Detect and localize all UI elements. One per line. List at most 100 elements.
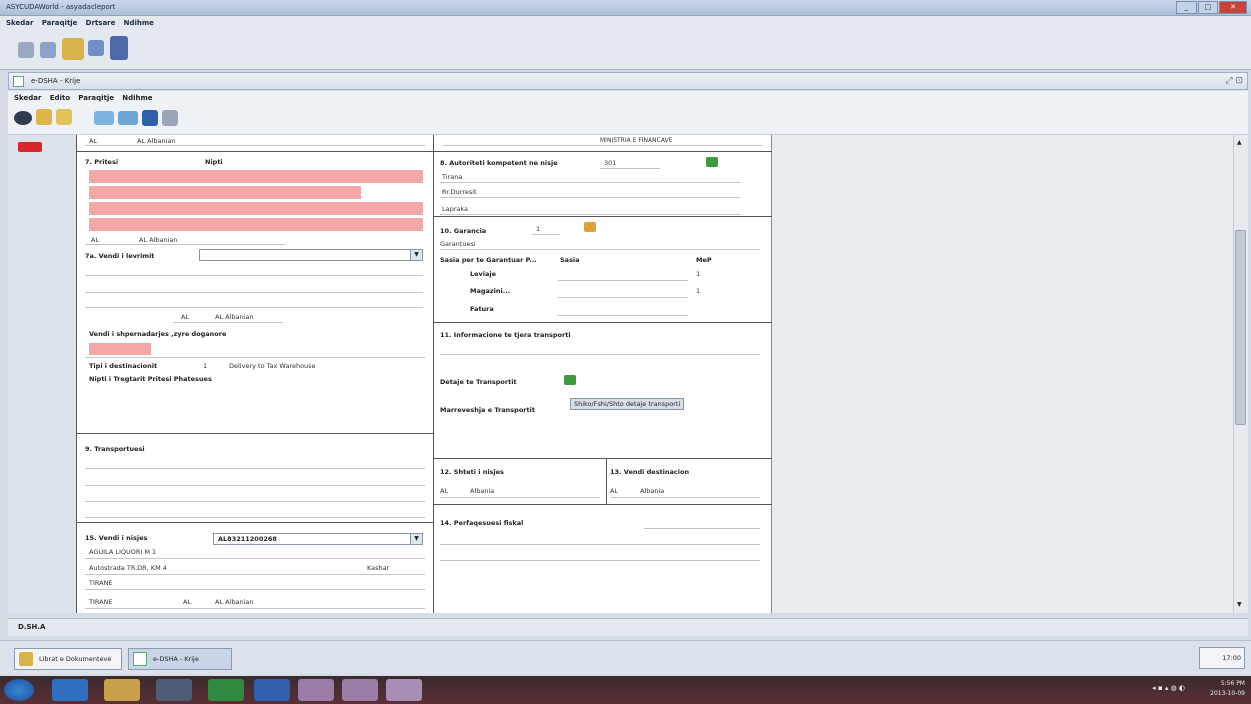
box7-postcode-field[interactable]	[89, 218, 423, 231]
box15-city: TIRANE	[89, 579, 113, 587]
browser-icon[interactable]	[52, 679, 88, 701]
app-title-bar: ASYCUDAWorld - asyadacleport _ □ ✕	[0, 0, 1251, 16]
dest-type-label: Tipi i destinacionit	[89, 362, 158, 370]
inner-toolbar	[8, 105, 1248, 135]
transport-details-button[interactable]: Shiko/Fshi/Shto detaje transporti	[570, 398, 685, 410]
session-timer[interactable]: 17:00	[1199, 647, 1245, 669]
inner-menu-skedar[interactable]: Skedar	[14, 94, 41, 102]
box7-city-field[interactable]	[89, 202, 423, 215]
scrollbar-thumb[interactable]	[1235, 230, 1246, 425]
box15-country-name: AL Albanian	[215, 598, 254, 606]
location-label: Vendi i shpernadarjes ,zyre doganore	[89, 330, 227, 338]
box15-address: Autostrada TR.DR, KM 4	[89, 564, 167, 572]
main-toolbar	[0, 30, 1251, 70]
explorer-icon[interactable]	[104, 679, 140, 701]
clock[interactable]: 5:56 PM 2013-10-09	[1210, 679, 1245, 699]
box8-line-2: Rr.Durresit	[442, 188, 477, 196]
right-form-panel: MINISTRIA E FINANCAVE 8. Autoriteti komp…	[434, 135, 772, 613]
menu-ndihme[interactable]: Ndihme	[124, 19, 154, 27]
eye-icon[interactable]	[14, 111, 32, 125]
box7a-country-name: AL Albanian	[215, 313, 254, 321]
scroll-down-icon[interactable]: ▼	[1237, 601, 1242, 608]
flag-icon	[18, 142, 42, 152]
tab-document-library[interactable]: Librat e Dokumenteve	[14, 648, 122, 670]
frame-icon	[133, 652, 147, 666]
box10-row-1-name: Leviaje	[470, 270, 497, 278]
location-field[interactable]	[89, 343, 151, 355]
box10-label: 10. Garancia	[440, 227, 487, 235]
box15-selected-value: AL83211200268	[218, 535, 277, 543]
box12-code: AL	[440, 487, 449, 495]
system-tray-icons[interactable]: ◂ ▪ ▴ ◍ ◐	[1152, 684, 1185, 692]
frame-controls-icon[interactable]: ⤢ ⊡	[1225, 76, 1243, 86]
attach-icon[interactable]	[162, 110, 178, 126]
box12-label: 12. Shteti i nisjes	[440, 468, 504, 476]
document-icon[interactable]	[110, 36, 128, 60]
left-form-panel: AL AL Albanian 7. Pritesi Nipti AL AL Al…	[76, 135, 435, 613]
box7a-label: 7a. Vendi i levrimit	[85, 252, 155, 260]
maximize-button[interactable]: □	[1197, 1, 1219, 14]
box7-name-field[interactable]	[89, 170, 423, 183]
close-button[interactable]: ✕	[1219, 1, 1247, 14]
java-app-3-icon[interactable]	[386, 679, 422, 701]
box15-country-code: AL	[183, 598, 192, 606]
scroll-up-icon[interactable]: ▲	[1237, 139, 1242, 146]
os-taskbar: ◂ ▪ ▴ ◍ ◐ 5:56 PM 2013-10-09	[0, 676, 1251, 704]
top-country-name: AL Albanian	[137, 137, 176, 145]
box8-code: 301	[604, 159, 617, 167]
dest-type-value: 1	[203, 362, 208, 370]
tab-edsha-label: e-DSHA - Krije	[153, 655, 199, 663]
tab-edsha[interactable]: e-DSHA - Krije	[128, 648, 232, 670]
box8-line-3: Lapraka	[442, 205, 469, 213]
folder-icon[interactable]	[62, 38, 84, 60]
pen-icon[interactable]	[18, 42, 34, 58]
box7a-country-code: AL	[181, 313, 190, 321]
box15-city-b: TIRANE	[89, 598, 113, 606]
transport-icon[interactable]	[564, 375, 576, 385]
excel-icon[interactable]	[208, 679, 244, 701]
inner-frame-title: e-DSHA - Krije	[31, 77, 81, 85]
chevron-down-icon[interactable]: ▼	[410, 250, 422, 260]
inner-menu-edito[interactable]: Edito	[50, 94, 70, 102]
search-icon[interactable]	[706, 157, 718, 167]
box7a-select[interactable]: ▼	[199, 249, 423, 261]
java-app-2-icon[interactable]	[342, 679, 378, 701]
box10-row-2-mep: 1	[696, 287, 701, 295]
print-icon[interactable]	[118, 111, 138, 125]
guarantor-icon[interactable]	[584, 222, 596, 232]
save-icon[interactable]	[142, 110, 158, 126]
media-icon[interactable]	[156, 679, 192, 701]
folder-open-icon[interactable]	[94, 111, 114, 125]
inner-menu-bar: Skedar Edito Paraqitje Ndihme	[8, 91, 1248, 105]
users-icon[interactable]	[56, 109, 72, 125]
app-title: ASYCUDAWorld - asyadacleport	[6, 3, 116, 11]
box10-row-2-name: Magazini...	[470, 287, 511, 295]
box8-label: 8. Autoriteti kompetent ne nisje	[440, 159, 558, 167]
nipt-label: Nipti i Tregtarit Pritesi Phatesues	[89, 375, 212, 383]
word-icon[interactable]	[254, 679, 290, 701]
minimize-button[interactable]: _	[1176, 1, 1197, 14]
left-gutter	[8, 135, 76, 613]
user-icon[interactable]	[88, 40, 104, 56]
java-app-icon[interactable]	[298, 679, 334, 701]
chevron-down-icon[interactable]: ▼	[410, 534, 422, 544]
edit-icon[interactable]	[40, 42, 56, 58]
lock-icon[interactable]	[36, 109, 52, 125]
menu-paraqitje[interactable]: Paraqitje	[42, 19, 78, 27]
box7-country-code: AL	[91, 236, 100, 244]
menu-dritare[interactable]: Drtsare	[86, 19, 116, 27]
top-country-code: AL	[89, 137, 98, 145]
menu-skedar[interactable]: Skedar	[6, 19, 33, 27]
box10-value: 1	[536, 225, 541, 233]
box7-label: 7. Pritesi	[85, 158, 119, 166]
start-button[interactable]	[4, 679, 34, 701]
inner-menu-ndihme[interactable]: Ndihme	[122, 94, 152, 102]
box15-select[interactable]: AL83211200268 ▼	[213, 533, 423, 545]
session-timer-value: 17:00	[1222, 654, 1241, 662]
box15-name: AGUILA LIQUORI M 1	[89, 548, 157, 556]
box7-address-field[interactable]	[89, 186, 361, 199]
inner-menu-paraqitje[interactable]: Paraqitje	[78, 94, 114, 102]
box10-row-3-name: Fatura	[470, 305, 494, 313]
box8-line-1: Tirana	[442, 173, 463, 181]
internal-window-bar: Librat e Dokumenteve e-DSHA - Krije 17:0…	[0, 640, 1251, 674]
